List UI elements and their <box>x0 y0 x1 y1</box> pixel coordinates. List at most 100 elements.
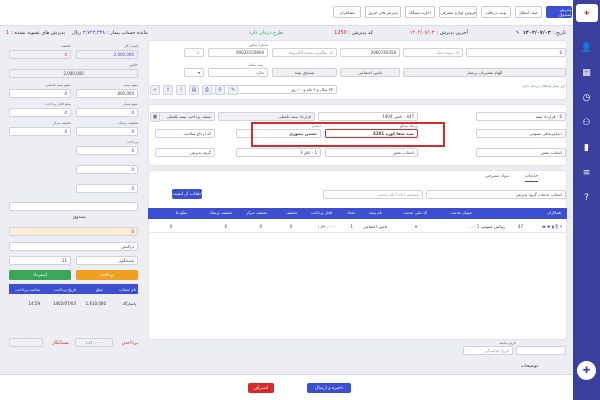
remain-value: ۱,۶۱۰,۰۰۰ <box>75 338 113 347</box>
tab-appointment[interactable]: نوبت دریافت <box>481 6 511 18</box>
th-payable: قابل پرداخت <box>310 210 332 215</box>
f4-label: مبلغ قابل پرداخت <box>45 102 71 106</box>
save-send-button[interactable]: ذخیره و ارسال <box>307 383 351 393</box>
th-qty: تعداد <box>346 210 355 215</box>
tab-queue[interactable]: صف انتظار <box>515 6 542 18</box>
unpaid-label: پذیرش های تسویه نشده : <box>11 30 66 36</box>
lock-icon[interactable]: ▣ <box>150 112 160 122</box>
fund-type[interactable]: تراکنش <box>9 242 138 251</box>
upload-icon[interactable]: ⇧ <box>163 85 173 95</box>
f8-value: 0 <box>76 165 138 174</box>
ref-code[interactable]: کد ارجاع سلامت <box>155 129 215 138</box>
f1-label: سهم بیمه <box>124 83 138 87</box>
tab-services[interactable]: خدمات <box>524 174 538 182</box>
f1-value: 800,000 <box>76 89 138 98</box>
user-icon[interactable]: 👤 <box>579 40 595 56</box>
fund-amount[interactable]: 0 <box>9 227 138 236</box>
row-total: 0 <box>169 224 172 229</box>
people-icon[interactable]: ⚇ <box>579 115 595 131</box>
pay-button[interactable]: پرداخت <box>76 270 138 280</box>
contract-select[interactable]: 447 - تامین 1404 <box>318 112 418 121</box>
tab-travelers[interactable]: مسافران <box>333 6 361 18</box>
info-icon[interactable]: i <box>176 85 186 95</box>
reception-type[interactable]: 6 - قرارداد بیمه <box>476 112 566 121</box>
chart-icon[interactable]: ▮ <box>579 140 595 156</box>
calendar-icon[interactable]: ▦ <box>579 65 595 81</box>
note-field[interactable] <box>9 202 138 211</box>
desc-label[interactable]: توضیحات <box>521 364 538 369</box>
date-value: ۱۴۰۲/۰۷/۰۳ <box>522 30 551 36</box>
supplement-select[interactable]: قرارداد بیمه تکمیلی <box>218 112 315 121</box>
history-field[interactable] <box>516 346 566 355</box>
phone-check[interactable]: ✓ <box>184 48 204 57</box>
national-code-field[interactable]: کد پرونده ملی <box>403 48 463 57</box>
edit-patient-icon[interactable]: ✎ <box>228 85 238 95</box>
row-qty: 1 <box>350 224 353 229</box>
pr-time: 14:59 <box>28 301 40 306</box>
insurance: تامین اجتماعی <box>340 68 400 77</box>
chat-icon[interactable]: ✚ <box>577 361 596 380</box>
tab-drugs[interactable]: مواد مصرفی <box>485 174 509 179</box>
father-select[interactable]: ▾ <box>184 68 204 77</box>
select-list-button[interactable]: انتخاب از لیست <box>172 189 202 199</box>
app-logo: ✚ <box>575 4 598 22</box>
cancel-button[interactable]: انصراف <box>248 383 274 393</box>
help-icon[interactable]: ? <box>579 190 595 206</box>
f5-value: 0 <box>76 127 138 136</box>
f6-label: تخفیف مرکز <box>52 121 71 125</box>
refund-button[interactable]: استرداد <box>9 270 71 280</box>
fund-note[interactable]: پاسخگوی <box>76 256 138 265</box>
e-code-field[interactable]: کد رهگیری نسخه الکترونیک <box>272 48 337 57</box>
th-center-disc: تخفیف مرکز <box>246 210 267 215</box>
payment-row[interactable]: پاسارگاد 1,610,000 1402/07/03 14:59 <box>9 298 138 308</box>
last-reception-label: آخرین پذیرش : <box>436 30 468 36</box>
father-field[interactable]: ندارد <box>208 68 268 77</box>
total-label: قیمت کل <box>124 44 138 48</box>
list-icon[interactable]: ≡ <box>579 165 595 181</box>
reg-select[interactable]: انتخاب بخش <box>476 148 566 157</box>
reception-code: کد پذیرش : 1250 <box>334 28 373 38</box>
national-code[interactable]: 2060740356 <box>340 48 400 57</box>
service-search[interactable]: جستجو با کد / نام خدمت <box>323 190 423 199</box>
payment-panel: قیمت کل 2,000,000 تخفیف 0 خالص 2,000,000… <box>3 40 141 360</box>
top-bar: پذیرش صندوق صف انتظار نوبت دریافت فروش ل… <box>0 0 573 26</box>
phone-field[interactable]: 09033150809 <box>208 48 268 57</box>
total-value: 2,000,000 <box>76 50 138 59</box>
attach-icon[interactable]: ⌕ <box>150 85 160 95</box>
clock-icon[interactable]: ◷ <box>579 90 595 106</box>
tab-reception[interactable]: پذیرش صندوق <box>546 6 572 18</box>
net-value: 2,000,000 <box>9 69 138 78</box>
service-group-select[interactable]: انتخاب خدمات گروه پذیرش <box>426 190 566 199</box>
ph-account: نام حساب <box>118 287 136 292</box>
tab-rental[interactable]: اجاره دستگاه <box>405 6 435 18</box>
patient-type: طرح درمان دارد <box>249 30 283 36</box>
balance: مانده حساب بیمار : ۳,۷۴۳,۳۳۸ ریال <box>72 28 148 38</box>
debt-label: بستانکار <box>52 340 69 346</box>
pin-icon[interactable]: ⚲ <box>215 85 225 95</box>
sleep-field[interactable]: تاریخ خوابیدگی <box>463 346 513 355</box>
th-insurance: نام بیمه <box>369 210 382 215</box>
tab-today[interactable]: پذیرش های امروز <box>365 6 401 18</box>
cash-group[interactable]: گروه پذیرش <box>155 148 215 157</box>
row-code: 47 <box>517 224 523 229</box>
online-msg: این بیمار استعلام درمان ندارد <box>522 84 565 88</box>
clinic-select[interactable]: دندانپزشکی عمومی <box>476 129 566 138</box>
date-row: تاریخ : ۱۴۰۲/۰۷/۰۳ ✎ <box>515 28 566 38</box>
reception-code-value: 1250 <box>334 30 347 36</box>
patient-name: الهام مشیریان پرستار <box>403 68 566 77</box>
f2-value: 0 <box>9 89 71 98</box>
pr-account: پاسارگاد <box>122 301 136 306</box>
row-actions[interactable]: ✎ ⎘ ▮ ✚ ▬ <box>542 224 563 229</box>
room-label[interactable]: انتخاب بخش <box>325 148 418 157</box>
room-select[interactable]: 1 - اتاق 3 <box>236 148 321 157</box>
tab-consumables[interactable]: فروش لوازم مصرفی <box>439 6 477 18</box>
table-row[interactable]: ✎ ⎘ ▮ ✚ ▬ 47 روکش عمومی 1 - ... ▾ تامین … <box>148 221 567 233</box>
edit-icon[interactable]: ✎ <box>515 30 519 36</box>
fund-count[interactable]: 11 <box>9 256 71 265</box>
row-ins-select[interactable]: ▾ <box>415 224 417 229</box>
row-title: روکش عمومی 1 - ... <box>468 224 505 229</box>
doc-icon[interactable]: ▤ <box>189 85 199 95</box>
print-icon[interactable]: ⎙ <box>202 85 212 95</box>
file-no-field[interactable]: 6 <box>466 48 566 57</box>
ph-date: تاریخ پرداخت <box>54 287 76 292</box>
